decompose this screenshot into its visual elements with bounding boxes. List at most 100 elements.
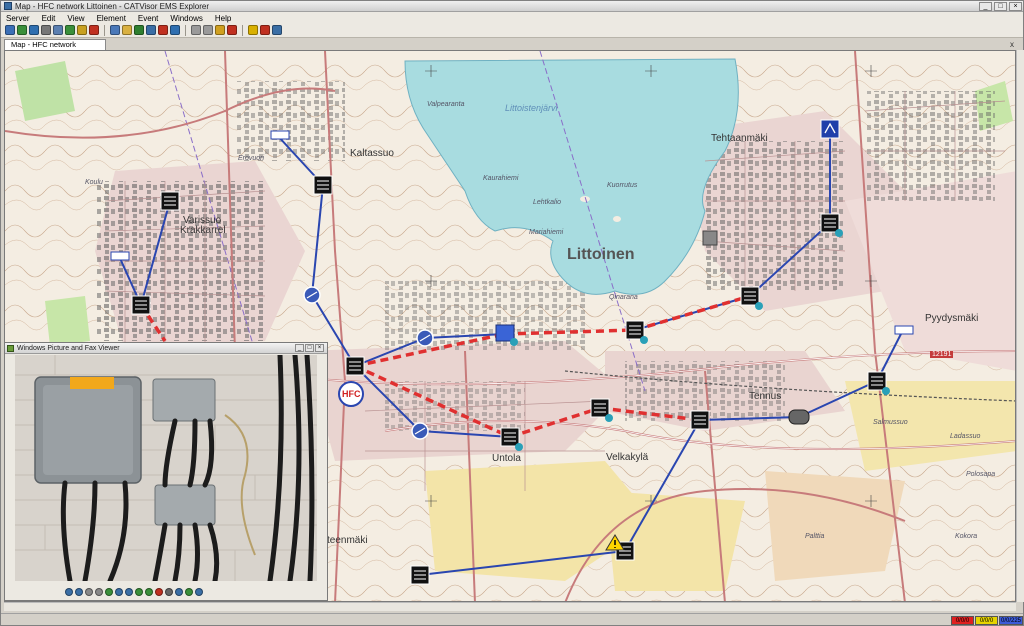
zoom-out-icon[interactable] — [125, 588, 133, 596]
window-title: Map - HFC network Littoinen - CATVisor E… — [15, 2, 209, 11]
tab-map-hfc-network[interactable]: Map - HFC network Littoinen — [4, 39, 106, 59]
map-place-label: Pyydysmäki — [925, 313, 979, 324]
edit-icon[interactable] — [146, 25, 156, 35]
status-badge-warning: 0/0/0 — [975, 616, 998, 625]
map-place-label: Valpearanta — [427, 101, 465, 108]
clear-icon[interactable] — [227, 25, 237, 35]
status-badge-normal: 0/0/225 — [999, 616, 1023, 625]
toolbar-separator — [104, 24, 105, 36]
map-place-label: Koulu — [85, 179, 103, 186]
map-place-label: 12191 — [930, 351, 954, 358]
map-place-label: Kokora — [955, 533, 978, 540]
next-icon[interactable] — [75, 588, 83, 596]
network-device-tap[interactable] — [110, 251, 130, 261]
copy-icon[interactable] — [53, 25, 63, 35]
delete-icon[interactable] — [155, 588, 163, 596]
network-device-amplifier[interactable] — [410, 565, 430, 585]
app-icon — [4, 2, 12, 10]
network-device-tap[interactable] — [270, 130, 290, 140]
network-device-amplifier[interactable] — [690, 410, 710, 430]
save-icon[interactable] — [110, 25, 120, 35]
map-place-label: Tennus — [749, 391, 782, 402]
zoom-icon[interactable] — [215, 25, 225, 35]
map-place-label: Polosapa — [966, 471, 996, 478]
edit-icon[interactable] — [185, 588, 193, 596]
map-place-label: teenmäki — [327, 535, 368, 546]
folder-icon[interactable] — [122, 25, 132, 35]
splitter-node[interactable] — [416, 329, 434, 347]
status-badge-critical: 0/0/0 — [951, 616, 974, 625]
horizontal-scrollbar[interactable] — [4, 602, 1016, 611]
map-place-label: Velkakylä — [606, 452, 649, 463]
viewer-title: Windows Picture and Fax Viewer — [17, 345, 120, 352]
maximize-button[interactable]: □ — [994, 2, 1007, 11]
equipment-photo — [15, 355, 317, 581]
map-place-label: Palttia — [805, 533, 825, 540]
back-icon[interactable] — [191, 25, 201, 35]
close-tab-button[interactable]: x — [1007, 40, 1017, 49]
status-bar: 0/0/0 0/0/0 0/0/225 — [1, 613, 1023, 625]
stop-icon[interactable] — [89, 25, 99, 35]
viewer-close-button[interactable]: × — [315, 344, 324, 352]
network-device-amplifier[interactable] — [313, 175, 333, 195]
forward-icon[interactable] — [203, 25, 213, 35]
help-icon[interactable] — [248, 25, 258, 35]
toolbar-separator — [185, 24, 186, 36]
help-icon[interactable] — [195, 588, 203, 596]
swap-icon[interactable] — [170, 25, 180, 35]
viewer-toolbar — [65, 586, 203, 598]
optical-node[interactable] — [820, 119, 840, 139]
app-window: Map - HFC network Littoinen - CATVisor E… — [0, 0, 1024, 626]
print-icon[interactable] — [165, 588, 173, 596]
network-device-amplifier[interactable] — [345, 356, 365, 376]
fiber-node[interactable] — [788, 409, 810, 425]
map-icon[interactable] — [65, 25, 75, 35]
map-place-label: Qinarana — [609, 294, 638, 301]
network-device-tap[interactable] — [894, 325, 914, 335]
save-icon[interactable] — [175, 588, 183, 596]
viewer-minimize-button[interactable]: _ — [295, 344, 304, 352]
alarm-icon[interactable] — [77, 25, 87, 35]
splitter-node[interactable] — [303, 286, 321, 304]
network-device-amplifier[interactable] — [131, 295, 151, 315]
hfc-label: HFC — [342, 389, 361, 399]
picture-viewer-window[interactable]: Windows Picture and Fax Viewer _ □ × — [4, 342, 328, 601]
map-place-label: Tehtaanmäki — [711, 133, 768, 144]
close-button[interactable]: × — [1009, 2, 1022, 11]
zoom-in-icon[interactable] — [115, 588, 123, 596]
map-place-label: Mariahiemi — [529, 229, 564, 236]
map-place-label: Salmussuo — [873, 419, 908, 426]
map-place-label: Kuorrutus — [607, 182, 638, 189]
building-marker[interactable] — [702, 230, 718, 246]
minimize-button[interactable]: _ — [979, 2, 992, 11]
splitter-node[interactable] — [411, 422, 429, 440]
refresh-icon[interactable] — [17, 25, 27, 35]
viewer-app-icon — [7, 345, 14, 352]
tools-icon[interactable] — [41, 25, 51, 35]
users-icon[interactable] — [29, 25, 39, 35]
actual-size-icon[interactable] — [95, 588, 103, 596]
best-fit-icon[interactable] — [85, 588, 93, 596]
hfc-headend-badge[interactable]: HFC — [338, 381, 364, 407]
close-icon[interactable] — [260, 25, 270, 35]
network-icon[interactable] — [134, 25, 144, 35]
rotate-cw-icon[interactable] — [135, 588, 143, 596]
viewer-title-bar[interactable]: Windows Picture and Fax Viewer _ □ × — [5, 343, 327, 354]
slideshow-icon[interactable] — [105, 588, 113, 596]
viewer-maximize-button[interactable]: □ — [305, 344, 314, 352]
rotate-ccw-icon[interactable] — [145, 588, 153, 596]
map-place-label: Littoistenjärvi — [505, 103, 558, 113]
map-place-label: Kaltassuo — [350, 148, 394, 159]
map-place-label: Littoinen — [567, 246, 635, 263]
network-device-amplifier[interactable] — [160, 191, 180, 211]
server-icon[interactable] — [5, 25, 15, 35]
title-bar[interactable]: Map - HFC network Littoinen - CATVisor E… — [1, 1, 1023, 12]
map-place-label: Kaurahiemi — [483, 175, 519, 182]
map-place-label: Untola — [492, 453, 521, 464]
map-place-label: Krakkarrel — [180, 225, 226, 236]
window-icon[interactable] — [272, 25, 282, 35]
prev-icon[interactable] — [65, 588, 73, 596]
map-place-label: Erovuori — [238, 155, 265, 162]
vertical-scrollbar[interactable] — [1016, 50, 1024, 602]
link-icon[interactable] — [158, 25, 168, 35]
